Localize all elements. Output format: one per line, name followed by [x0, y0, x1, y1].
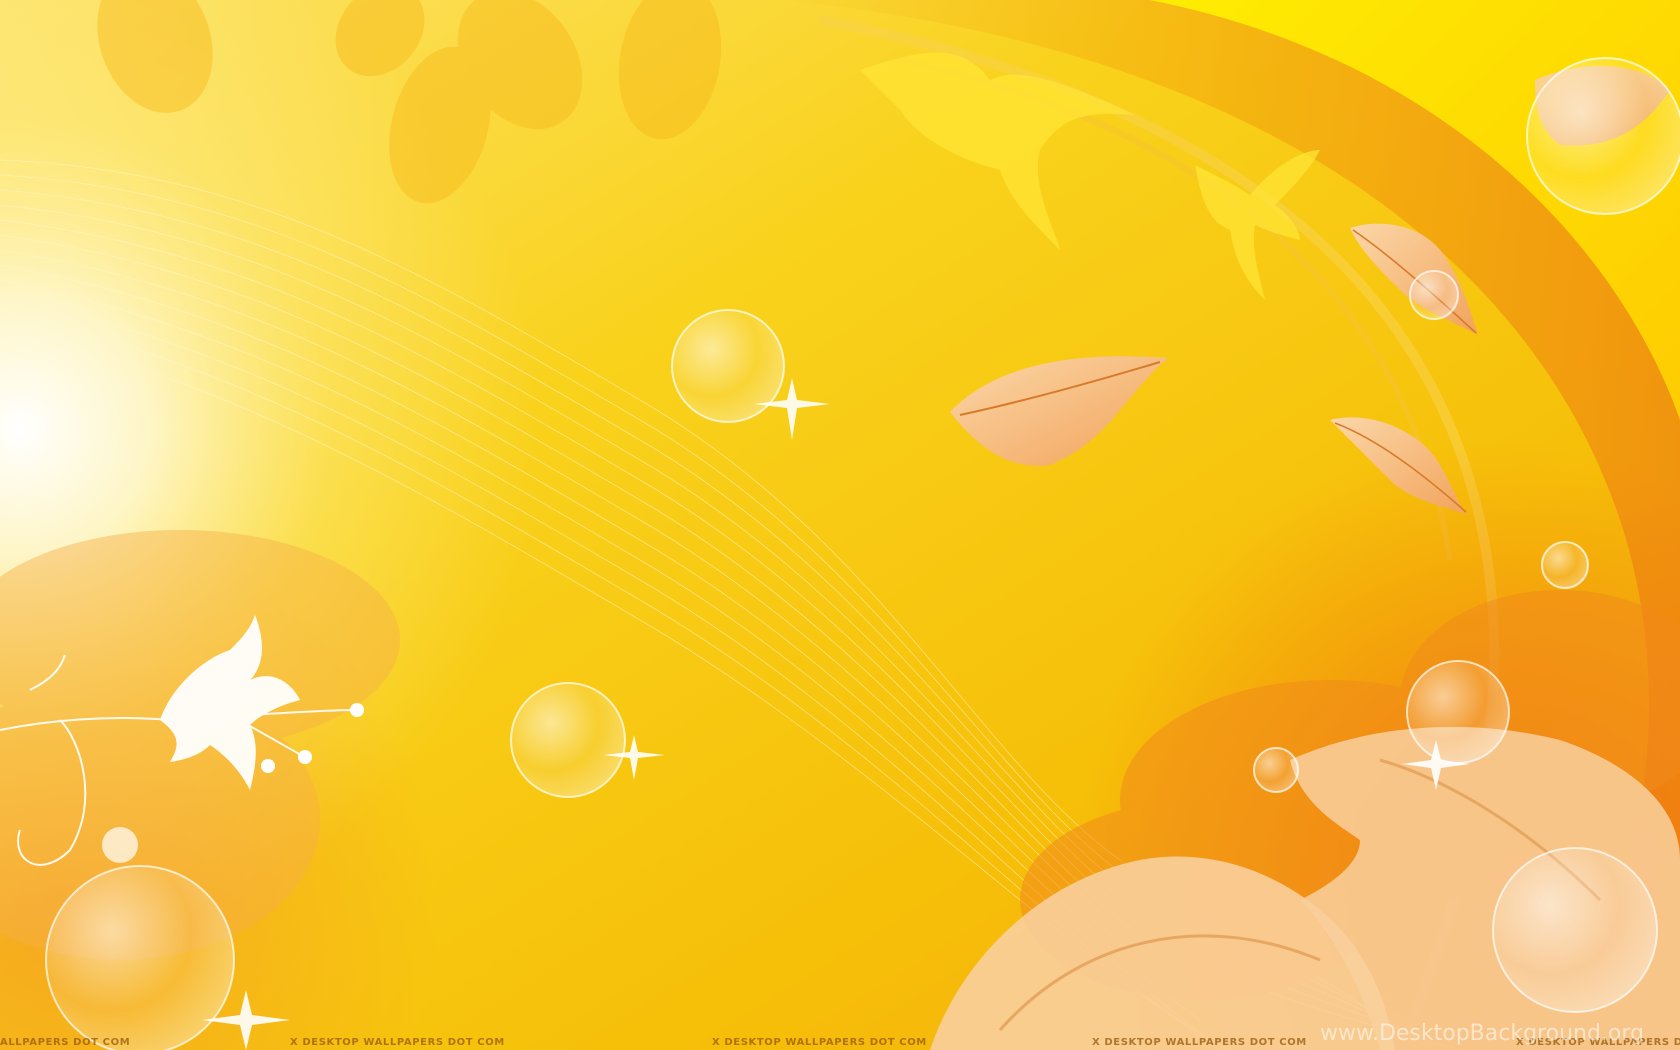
wallpaper: ALLPAPERS DOT COM X DESKTOP WALLPAPERS D… [0, 0, 1680, 1050]
watermark-text: X DESKTOP WALLPAPERS DOT COM [712, 1037, 927, 1048]
site-watermark: www.DesktopBackground.org [1319, 1021, 1644, 1046]
watermark-text: X DESKTOP WALLPAPERS DOT COM [1092, 1037, 1307, 1048]
watermark-text: ALLPAPERS DOT COM [0, 1037, 131, 1048]
watermark-text: X DESKTOP WALLPAPERS DOT COM [290, 1037, 505, 1048]
wallpaper-art [0, 0, 1680, 1050]
